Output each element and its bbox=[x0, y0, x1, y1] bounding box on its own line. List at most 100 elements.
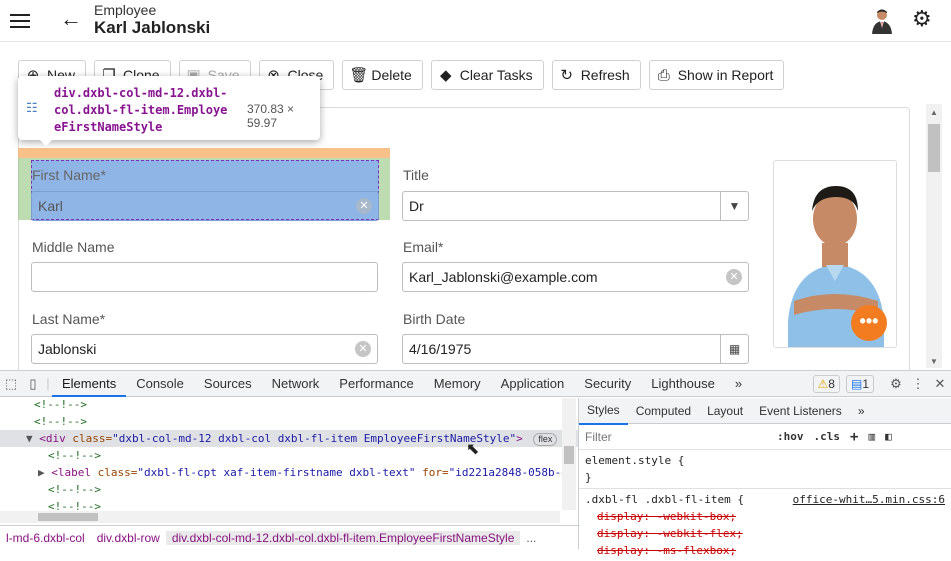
page-title: Karl Jablonski bbox=[94, 18, 211, 37]
dom-comment-line[interactable]: <!--!--> bbox=[0, 413, 578, 430]
clear-tasks-button[interactable]: ◆ Clear Tasks bbox=[430, 60, 544, 90]
dom-label-attr-value: "dxbl-fl-cpt xaf-item-firstname dxbl-tex… bbox=[137, 466, 416, 479]
sidebar-toggle-icon[interactable]: ◧ bbox=[885, 430, 892, 443]
breadcrumb-item[interactable]: l-md-6.dxbl-col bbox=[0, 531, 91, 545]
delete-button-label: Delete bbox=[371, 67, 412, 83]
first-name-clear-icon[interactable]: ✕ bbox=[356, 198, 372, 214]
warnings-badge[interactable]: ⚠8 bbox=[812, 374, 840, 393]
css-source-link[interactable]: office-whit…5.min.css:6 bbox=[793, 491, 945, 508]
calendar-icon[interactable]: ▦ bbox=[720, 335, 748, 363]
dom-label-for-value: "id221a2848-058b-4 bbox=[448, 466, 568, 479]
tab-elements[interactable]: Elements bbox=[52, 371, 127, 397]
back-arrow-icon[interactable]: ← bbox=[60, 6, 82, 32]
messages-badge[interactable]: ▤1 bbox=[845, 374, 874, 393]
title-select[interactable]: Dr ▼ bbox=[402, 191, 749, 221]
css-declaration[interactable]: display: -ms-flexbox; bbox=[585, 542, 945, 559]
dom-comment: <!--!--> bbox=[34, 415, 87, 428]
delete-button[interactable]: 🗑 Delete bbox=[342, 60, 423, 90]
refresh-button[interactable]: ↻ Refresh bbox=[551, 60, 641, 90]
elements-tree[interactable]: <!--!--> <!--!--> ▼ <div class="dxbl-col… bbox=[0, 398, 578, 522]
elements-vscrollbar[interactable] bbox=[562, 398, 576, 510]
styles-rules: element.style { } office-whit…5.min.css:… bbox=[579, 450, 951, 561]
css-rule-selector[interactable]: .dxbl-fl .dxbl-fl-item { bbox=[585, 493, 744, 506]
tab-computed[interactable]: Computed bbox=[628, 398, 699, 424]
device-toolbar-icon[interactable]: ▯ bbox=[22, 376, 44, 392]
more-styles-tabs-icon[interactable]: » bbox=[850, 398, 873, 424]
dom-label-attr-name: class= bbox=[97, 466, 138, 479]
dom-comment-line[interactable]: <!--!--> bbox=[0, 481, 578, 498]
close-devtools-icon[interactable]: ✕ bbox=[929, 376, 951, 392]
last-name-clear-icon[interactable]: ✕ bbox=[355, 341, 371, 357]
styles-filter-input[interactable]: Filter bbox=[585, 430, 771, 444]
dom-comment-line[interactable]: <!--!--> bbox=[0, 398, 578, 413]
breadcrumb-more[interactable]: ... bbox=[520, 531, 542, 545]
element-style-close: } bbox=[585, 471, 592, 484]
cls-toggle[interactable]: .cls bbox=[814, 430, 841, 443]
first-name-value: Karl bbox=[38, 198, 63, 214]
element-style-open[interactable]: element.style { bbox=[585, 452, 945, 469]
inspect-element-icon[interactable]: ⬚ bbox=[0, 376, 22, 392]
more-tabs-icon[interactable]: » bbox=[725, 371, 752, 397]
hov-toggle[interactable]: :hov bbox=[777, 430, 804, 443]
page-scrollbar[interactable]: ▲ ▼ bbox=[926, 104, 942, 368]
scroll-down-icon[interactable]: ▼ bbox=[930, 357, 938, 366]
birth-date-input[interactable]: 4/16/1975 ▦ bbox=[402, 334, 749, 364]
tab-lighthouse[interactable]: Lighthouse bbox=[641, 371, 725, 397]
report-icon: ⎙ bbox=[657, 66, 670, 84]
inspect-selector-tag: div bbox=[54, 86, 76, 100]
tab-network[interactable]: Network bbox=[262, 371, 330, 397]
paint-icon[interactable]: ▥ bbox=[868, 430, 875, 443]
elements-hscrollbar[interactable] bbox=[0, 511, 560, 523]
middle-name-input[interactable] bbox=[31, 262, 378, 292]
email-clear-icon[interactable]: ✕ bbox=[726, 269, 742, 285]
inspect-selector: div.dxbl-col-md-12.dxbl-col.dxbl-fl-item… bbox=[54, 85, 234, 136]
dom-breadcrumb: l-md-6.dxbl-col div.dxbl-row div.dxbl-col-… bbox=[0, 525, 578, 549]
tab-sources[interactable]: Sources bbox=[194, 371, 262, 397]
dom-label-line[interactable]: ▶ <label class="dxbl-fl-cpt xaf-item-fir… bbox=[0, 464, 578, 481]
elements-hscroll-thumb[interactable] bbox=[38, 513, 98, 521]
scroll-thumb[interactable] bbox=[928, 124, 940, 172]
show-in-report-button[interactable]: ⎙ Show in Report bbox=[648, 60, 785, 90]
menu-icon[interactable] bbox=[10, 10, 30, 30]
dom-selected-line[interactable]: ▼ <div class="dxbl-col-md-12 dxbl-col dx… bbox=[0, 430, 578, 447]
styles-filter-bar: Filter :hov .cls + ▥ ◧ bbox=[579, 424, 951, 450]
tab-performance[interactable]: Performance bbox=[329, 371, 423, 397]
dom-tag-close: > bbox=[516, 432, 523, 445]
dom-comment: <!--!--> bbox=[34, 398, 87, 411]
email-label: Email* bbox=[403, 239, 444, 255]
message-icon: ▤ bbox=[850, 376, 863, 391]
kebab-menu-icon[interactable]: ⋮ bbox=[907, 376, 929, 392]
gear-icon[interactable]: ⚙ bbox=[912, 6, 932, 32]
expand-triangle-icon[interactable]: ▼ bbox=[26, 432, 33, 445]
css-declaration[interactable]: display: -webkit-flex; bbox=[585, 525, 945, 542]
breadcrumb-item[interactable]: div.dxbl-row bbox=[91, 531, 166, 545]
tab-event-listeners[interactable]: Event Listeners bbox=[751, 398, 850, 424]
messages-count: 1 bbox=[862, 376, 869, 391]
scroll-up-icon[interactable]: ▲ bbox=[930, 108, 938, 117]
tab-security[interactable]: Security bbox=[574, 371, 641, 397]
settings-gear-icon[interactable]: ⚙ bbox=[885, 376, 907, 392]
collapse-triangle-icon[interactable]: ▶ bbox=[38, 466, 45, 479]
tab-memory[interactable]: Memory bbox=[424, 371, 491, 397]
tab-console[interactable]: Console bbox=[126, 371, 194, 397]
chevron-down-icon[interactable]: ▼ bbox=[720, 192, 748, 220]
tab-styles[interactable]: Styles bbox=[579, 397, 628, 425]
devtools-panel: ⬚ ▯ | Elements Console Sources Network P… bbox=[0, 370, 951, 557]
birth-date-label: Birth Date bbox=[403, 311, 466, 327]
dom-comment: <!--!--> bbox=[48, 449, 101, 462]
tab-layout[interactable]: Layout bbox=[699, 398, 751, 424]
dom-tag-open: <div bbox=[39, 432, 73, 445]
first-name-input[interactable]: Karl ✕ bbox=[31, 191, 379, 221]
last-name-input[interactable]: Jablonski ✕ bbox=[31, 334, 378, 364]
user-avatar[interactable] bbox=[869, 6, 895, 34]
dom-comment-line[interactable]: <!--!--> bbox=[0, 447, 578, 464]
email-input[interactable]: Karl_Jablonski@example.com ✕ bbox=[402, 262, 749, 292]
flex-badge[interactable]: flex bbox=[533, 433, 558, 446]
tab-application[interactable]: Application bbox=[491, 371, 575, 397]
css-rule: office-whit…5.min.css:6 .dxbl-fl .dxbl-f… bbox=[579, 488, 951, 508]
more-actions-button[interactable]: ••• bbox=[851, 305, 887, 341]
elements-vscroll-thumb[interactable] bbox=[564, 446, 574, 464]
breadcrumb-item-current[interactable]: div.dxbl-col-md-12.dxbl-col.dxbl-fl-item… bbox=[165, 531, 521, 545]
css-declaration[interactable]: display: -webkit-box; bbox=[585, 508, 945, 525]
new-rule-icon[interactable]: + bbox=[850, 429, 858, 445]
